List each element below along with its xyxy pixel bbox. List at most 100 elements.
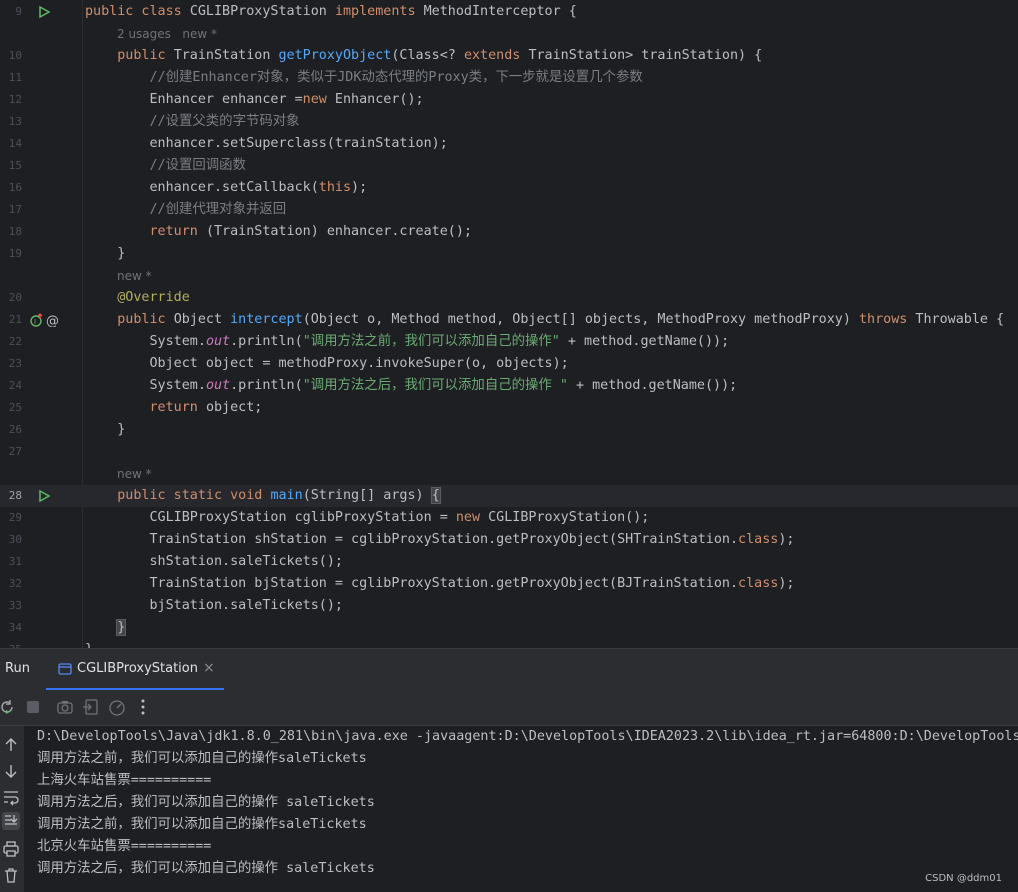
code-lens[interactable]: new * [0, 463, 1018, 485]
code-text: System.out.println("调用方法之前，我们可以添加自己的操作" … [85, 331, 729, 353]
line-number: 14 [8, 137, 22, 150]
code-line[interactable]: 23 Object object = methodProxy.invokeSup… [0, 353, 1018, 375]
code-token: public static void [85, 488, 271, 503]
tab-close-icon[interactable]: × [203, 660, 215, 676]
code-token: } [85, 422, 126, 437]
code-token: .println( [230, 378, 303, 393]
tab-cglibproxystation[interactable]: CGLIBProxyStation × [46, 649, 224, 691]
line-number: 25 [8, 401, 22, 414]
line-number: 11 [8, 71, 22, 84]
code-text: Object object = methodProxy.invokeSuper(… [85, 353, 568, 375]
code-token: implements [334, 4, 424, 19]
code-text: bjStation.saleTickets(); [85, 595, 343, 617]
code-line[interactable]: 35} [0, 639, 1018, 648]
code-lens[interactable]: 2 usages new * [0, 23, 1018, 45]
code-token: (String[] args) [302, 488, 432, 503]
code-text: Enhancer enhancer =new Enhancer(); [85, 89, 423, 111]
code-line[interactable]: 34 } [0, 617, 1018, 639]
code-token: } [85, 246, 126, 261]
console-output[interactable]: D:\DevelopTools\Java\jdk1.8.0_281\bin\ja… [24, 726, 1018, 892]
code-text: //设置父类的字节码对象 [85, 111, 299, 133]
code-token: this [318, 180, 352, 195]
code-line[interactable]: 30 TrainStation shStation = cglibProxySt… [0, 529, 1018, 551]
code-text: //创建Enhancer对象，类似于JDK动态代理的Proxy类，下一步就是设置… [85, 67, 642, 89]
code-line[interactable]: 11 //创建Enhancer对象，类似于JDK动态代理的Proxy类，下一步就… [0, 67, 1018, 89]
code-token: ); [351, 180, 368, 195]
arrow-up-icon[interactable] [2, 736, 20, 754]
code-line[interactable]: 24 System.out.println("调用方法之后，我们可以添加自己的操… [0, 375, 1018, 397]
code-line[interactable]: 20 @Override [0, 287, 1018, 309]
code-line[interactable]: 22 System.out.println("调用方法之前，我们可以添加自己的操… [0, 331, 1018, 353]
code-line[interactable]: 15 //设置回调函数 [0, 155, 1018, 177]
code-token: extends [463, 48, 529, 63]
code-token: "调用方法之后，我们可以添加自己的操作 " [302, 378, 568, 393]
code-line[interactable]: 12 Enhancer enhancer =new Enhancer(); [0, 89, 1018, 111]
code-line[interactable]: 9 public class CGLIBProxyStation implemen… [0, 1, 1018, 23]
code-line[interactable]: 27 [0, 441, 1018, 463]
console-icon [58, 663, 72, 675]
code-token: TrainStation shStation = cglibProxyStati… [85, 532, 739, 547]
implements-icon[interactable]: I [30, 313, 44, 327]
run-tool-window-header: Run CGLIBProxyStation × [0, 648, 1018, 691]
arrow-down-icon[interactable] [2, 762, 20, 780]
code-text: } [85, 243, 125, 265]
line-number: 29 [8, 511, 22, 524]
stop-icon[interactable] [24, 698, 42, 716]
code-line[interactable]: 16 enhancer.setCallback(this); [0, 177, 1018, 199]
scroll-to-end-icon[interactable] [2, 812, 20, 830]
code-line[interactable]: 13 //设置父类的字节码对象 [0, 111, 1018, 133]
code-text: } [85, 419, 125, 441]
line-number: 21 [8, 313, 22, 326]
line-number: 30 [8, 533, 22, 546]
code-lens-text[interactable]: 2 usages new * [117, 23, 217, 45]
code-editor[interactable]: 9 public class CGLIBProxyStation implemen… [0, 0, 1018, 648]
code-line[interactable]: 21 I @ public Object intercept(Object o, M… [0, 309, 1018, 331]
code-line[interactable]: 29 CGLIBProxyStation cglibProxyStation =… [0, 507, 1018, 529]
tab-label: CGLIBProxyStation [77, 661, 198, 676]
code-text: public class CGLIBProxyStation implement… [85, 1, 577, 23]
code-text: } [85, 639, 93, 648]
code-line[interactable]: 26 } [0, 419, 1018, 441]
speedometer-icon[interactable] [108, 698, 126, 716]
code-lens-text[interactable]: new * [117, 265, 152, 287]
run-icon[interactable] [37, 489, 51, 503]
rerun-icon[interactable] [0, 698, 16, 716]
code-token: class [738, 532, 779, 547]
code-lens-text[interactable]: new * [117, 463, 152, 485]
more-vertical-icon[interactable] [134, 698, 152, 716]
line-number: 10 [8, 49, 22, 62]
code-line[interactable]: 33 bjStation.saleTickets(); [0, 595, 1018, 617]
code-line[interactable]: 31 shStation.saleTickets(); [0, 551, 1018, 573]
line-number: 22 [8, 335, 22, 348]
code-line[interactable]: 32 TrainStation bjStation = cglibProxySt… [0, 573, 1018, 595]
code-text: TrainStation bjStation = cglibProxyStati… [85, 573, 794, 595]
code-line[interactable]: 14 enhancer.setSuperclass(trainStation); [0, 133, 1018, 155]
camera-icon[interactable] [56, 698, 74, 716]
code-token: (Object o, Method method, Object[] objec… [302, 312, 859, 327]
code-token: object; [205, 400, 263, 415]
code-lens[interactable]: new * [0, 265, 1018, 287]
code-token: CGLIBProxyStation cglibProxyStation = [85, 510, 456, 525]
exit-icon[interactable] [82, 698, 100, 716]
code-line[interactable]: 19 } [0, 243, 1018, 265]
code-line[interactable]: 25 return object; [0, 397, 1018, 419]
code-line[interactable]: 28 public static void main(String[] args… [0, 485, 1018, 507]
override-icon[interactable]: @ [46, 313, 60, 327]
code-token: "调用方法之前，我们可以添加自己的操作" [302, 334, 560, 349]
code-line[interactable]: 10 public TrainStation getProxyObject(Cl… [0, 45, 1018, 67]
line-number: 24 [8, 379, 22, 392]
code-token: CGLIBProxyStation(); [488, 510, 650, 525]
code-token: public class [85, 4, 190, 19]
code-token: class [738, 576, 779, 591]
code-line[interactable]: 17 //创建代理对象并返回 [0, 199, 1018, 221]
code-line[interactable]: 18 return (TrainStation) enhancer.create… [0, 221, 1018, 243]
code-token: (Class<? [391, 48, 464, 63]
line-number: 32 [8, 577, 22, 590]
svg-text:@: @ [46, 314, 59, 327]
line-number: 31 [8, 555, 22, 568]
run-icon[interactable] [37, 5, 51, 19]
print-icon[interactable] [2, 840, 20, 858]
trash-icon[interactable] [2, 866, 20, 884]
soft-wrap-icon[interactable] [2, 788, 20, 806]
